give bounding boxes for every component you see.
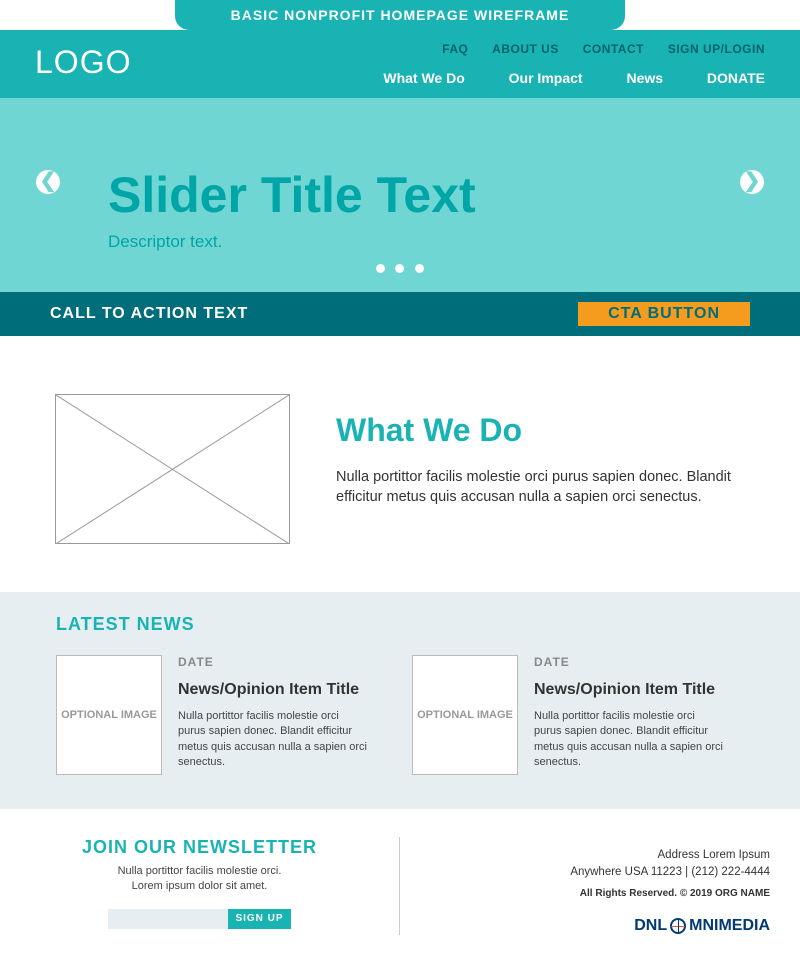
logo[interactable]: LOGO bbox=[35, 30, 131, 81]
nav-donate[interactable]: DONATE bbox=[707, 70, 765, 86]
nav-signup-login[interactable]: SIGN UP/LOGIN bbox=[668, 42, 765, 56]
slider-next-button[interactable]: ❯ bbox=[740, 170, 764, 194]
slider-dot[interactable] bbox=[376, 264, 385, 273]
what-we-do-text: What We Do Nulla portittor facilis moles… bbox=[336, 394, 745, 508]
news-body: DATE News/Opinion Item Title Nulla porti… bbox=[534, 655, 724, 775]
news-items: OPTIONAL IMAGE DATE News/Opinion Item Ti… bbox=[56, 655, 744, 775]
image-placeholder bbox=[55, 394, 290, 544]
nav-our-impact[interactable]: Our Impact bbox=[509, 70, 583, 86]
newsletter-heading: JOIN OUR NEWSLETTER bbox=[56, 837, 343, 858]
hero-slider: ❮ ❯ Slider Title Text Descriptor text. bbox=[0, 98, 800, 292]
cta-button[interactable]: CTA BUTTON bbox=[578, 302, 750, 326]
news-title: News/Opinion Item Title bbox=[178, 681, 368, 699]
signup-button[interactable]: SIGN UP bbox=[228, 909, 290, 929]
news-title: News/Opinion Item Title bbox=[534, 681, 724, 699]
what-we-do-section: What We Do Nulla portittor facilis moles… bbox=[0, 336, 800, 592]
nav-what-we-do[interactable]: What We Do bbox=[383, 70, 464, 86]
cta-text: CALL TO ACTION TEXT bbox=[50, 305, 248, 323]
nav-about[interactable]: ABOUT US bbox=[492, 42, 559, 56]
nav-faq[interactable]: FAQ bbox=[442, 42, 468, 56]
slider-dots bbox=[373, 260, 427, 278]
nav-utility: FAQ ABOUT US CONTACT SIGN UP/LOGIN bbox=[343, 42, 765, 56]
news-date: DATE bbox=[178, 655, 368, 669]
what-we-do-body: Nulla portittor facilis molestie orci pu… bbox=[336, 467, 745, 508]
newsletter-sub: Nulla portittor facilis molestie orci. L… bbox=[56, 864, 343, 895]
cta-bar: CALL TO ACTION TEXT CTA BUTTON bbox=[0, 292, 800, 336]
slider-prev-button[interactable]: ❮ bbox=[36, 170, 60, 194]
contact: Address Lorem Ipsum Anywhere USA 11223 |… bbox=[400, 837, 800, 935]
rights: All Rights Reserved. © 2019 ORG NAME bbox=[400, 888, 770, 899]
news-image-placeholder: OPTIONAL IMAGE bbox=[412, 655, 518, 775]
nav: FAQ ABOUT US CONTACT SIGN UP/LOGIN What … bbox=[343, 42, 765, 86]
news-body: DATE News/Opinion Item Title Nulla porti… bbox=[178, 655, 368, 775]
newsletter-input[interactable] bbox=[108, 909, 228, 929]
what-we-do-heading: What We Do bbox=[336, 412, 745, 449]
news-excerpt: Nulla portittor facilis molestie orci pu… bbox=[178, 709, 368, 771]
top-ribbon: BASIC NONPROFIT HOMEPAGE WIREFRAME bbox=[0, 0, 800, 30]
nav-main: What We Do Our Impact News DONATE bbox=[343, 70, 765, 86]
news-image-placeholder: OPTIONAL IMAGE bbox=[56, 655, 162, 775]
address: Address Lorem Ipsum Anywhere USA 11223 |… bbox=[400, 847, 770, 882]
newsletter: JOIN OUR NEWSLETTER Nulla portittor faci… bbox=[0, 837, 400, 935]
latest-news-heading: LATEST NEWS bbox=[56, 614, 744, 635]
nav-contact[interactable]: CONTACT bbox=[583, 42, 644, 56]
news-item[interactable]: OPTIONAL IMAGE DATE News/Opinion Item Ti… bbox=[412, 655, 744, 775]
newsletter-form: SIGN UP bbox=[56, 909, 343, 929]
slider-dot[interactable] bbox=[396, 264, 405, 273]
footer: JOIN OUR NEWSLETTER Nulla portittor faci… bbox=[0, 809, 800, 957]
slider-dot[interactable] bbox=[415, 264, 424, 273]
dnl-omnimedia-logo: DNL MNIMEDIA bbox=[634, 917, 770, 935]
news-item[interactable]: OPTIONAL IMAGE DATE News/Opinion Item Ti… bbox=[56, 655, 388, 775]
globe-icon bbox=[670, 918, 686, 934]
nav-news[interactable]: News bbox=[626, 70, 663, 86]
ribbon-title: BASIC NONPROFIT HOMEPAGE WIREFRAME bbox=[175, 0, 625, 30]
latest-news-section: LATEST NEWS OPTIONAL IMAGE DATE News/Opi… bbox=[0, 592, 800, 809]
news-excerpt: Nulla portittor facilis molestie orci pu… bbox=[534, 709, 724, 771]
news-date: DATE bbox=[534, 655, 724, 669]
slider-descriptor: Descriptor text. bbox=[108, 232, 222, 252]
slider-title: Slider Title Text bbox=[108, 170, 476, 220]
header: LOGO FAQ ABOUT US CONTACT SIGN UP/LOGIN … bbox=[0, 30, 800, 98]
